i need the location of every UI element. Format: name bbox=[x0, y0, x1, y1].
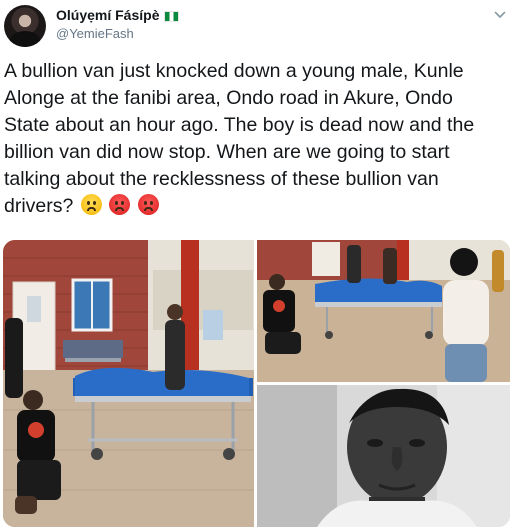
tweet-card: Olúyẹmí Fásípè @YemieFash A bullion van … bbox=[0, 0, 514, 530]
tweet-line-last: drivers? bbox=[4, 193, 510, 220]
media-grid bbox=[3, 240, 510, 527]
tweet-line: billion van did now stop. When are we go… bbox=[4, 141, 450, 163]
tweet-line: talking about the recklessness of these … bbox=[4, 168, 439, 190]
tweet-line: drivers? bbox=[4, 195, 74, 217]
tweet-text: A bullion van just knocked down a young … bbox=[4, 58, 510, 220]
crowd-around-stretcher-photo[interactable] bbox=[257, 240, 510, 382]
display-name-text: Olúyẹmí Fásípè bbox=[56, 7, 160, 23]
stretcher-scene-photo[interactable] bbox=[3, 240, 254, 527]
tweet-line: A bullion van just knocked down a young … bbox=[4, 60, 464, 82]
display-name[interactable]: Olúyẹmí Fásípè bbox=[56, 7, 180, 23]
pouting-face-emoji bbox=[137, 194, 159, 215]
worried-face-emoji bbox=[80, 194, 102, 215]
chevron-down-icon[interactable] bbox=[494, 9, 506, 21]
pouting-face-emoji bbox=[109, 194, 131, 215]
portrait-photo-bw[interactable] bbox=[257, 385, 510, 527]
tweet-line: Alonge at the fanibi area, Ondo road in … bbox=[4, 87, 453, 109]
avatar[interactable] bbox=[4, 5, 46, 47]
tweet-line: State about an hour ago. The boy is dead… bbox=[4, 114, 475, 136]
user-handle[interactable]: @YemieFash bbox=[56, 26, 134, 41]
nigeria-flag-icon bbox=[164, 11, 180, 22]
